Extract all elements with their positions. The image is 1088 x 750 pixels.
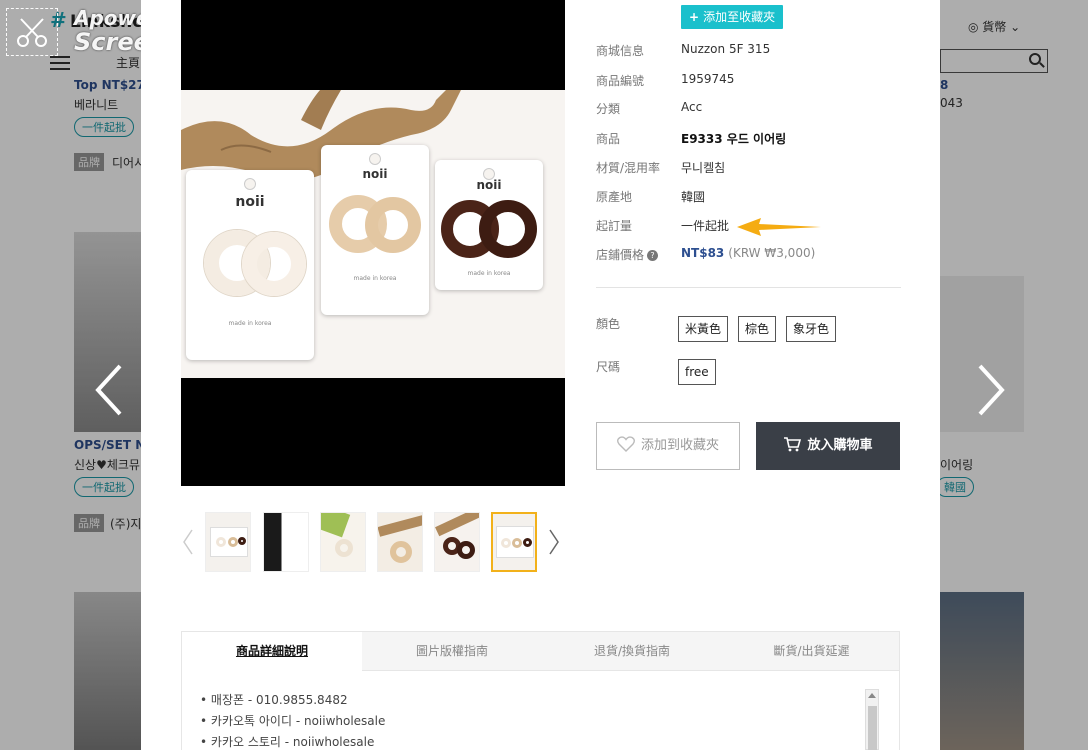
earring-card-beige: noii made in korea <box>321 145 429 315</box>
color-option-ivory[interactable]: 象牙色 <box>786 316 837 342</box>
info-row-price: 店鋪價格? NT$83 (KRW ₩3,000) <box>596 246 816 262</box>
thumb-next-arrow-icon[interactable] <box>547 528 561 556</box>
earring-card-ivory: noii made in korea <box>186 170 314 360</box>
add-to-wishlist-label: 添加到收藏夾 <box>640 438 719 453</box>
thumb-prev-arrow-icon[interactable] <box>181 528 195 556</box>
scroll-up-icon[interactable] <box>868 693 876 698</box>
help-icon[interactable]: ? <box>647 250 659 261</box>
color-label: 顏色 <box>596 317 621 331</box>
heart-icon <box>617 436 635 452</box>
main-product-image[interactable]: noii made in korea noii made in korea no… <box>181 0 565 486</box>
size-label: 尺碼 <box>596 360 621 374</box>
details-scrollbar[interactable] <box>865 689 879 750</box>
scrollbar-thumb[interactable] <box>868 706 877 750</box>
size-option-free[interactable]: free <box>678 359 716 385</box>
info-row-origin: 原產地 韓國 <box>596 190 706 204</box>
color-option-brown[interactable]: 棕色 <box>738 316 777 342</box>
detail-line-kakaotalk: 카카오톡 아이디 - noiiwholesale <box>200 712 385 733</box>
color-option-beige[interactable]: 米黃色 <box>678 316 729 342</box>
annotation-arrow-icon <box>737 218 821 236</box>
info-row-category: 分類 Acc <box>596 100 703 116</box>
tab-product-details[interactable]: 商品詳細說明 <box>182 632 362 672</box>
detail-line-kakaostory: 카카오 스토리 - noiiwholesale <box>200 733 385 750</box>
plus-icon: + <box>689 10 700 24</box>
detail-line-phone: 매장폰 - 010.9855.8482 <box>200 691 385 712</box>
tab-image-copyright[interactable]: 圖片版權指南 <box>362 632 542 672</box>
product-details-content: 매장폰 - 010.9855.8482 카카오톡 아이디 - noiiwhole… <box>181 671 900 750</box>
product-photo: noii made in korea noii made in korea no… <box>181 90 565 378</box>
add-to-cart-label: 放入購物車 <box>807 438 873 453</box>
product-modal: noii made in korea noii made in korea no… <box>141 0 940 750</box>
thumbnail[interactable] <box>263 512 309 572</box>
thumbnail-strip <box>181 510 565 576</box>
prev-product-arrow-icon[interactable] <box>94 362 124 418</box>
watermark-logo <box>6 8 58 56</box>
add-to-favorites-top-button[interactable]: + 添加至收藏夾 <box>681 5 784 29</box>
tab-return-exchange[interactable]: 退貨/換貨指南 <box>542 632 722 672</box>
next-product-arrow-icon[interactable] <box>976 362 1006 418</box>
thumbnail[interactable] <box>434 512 480 572</box>
info-row-product-no: 商品編號 1959745 <box>596 72 735 88</box>
tab-out-of-stock[interactable]: 斷貨/出貨延遲 <box>722 632 901 672</box>
info-row-product-name: 商品 E9333 우드 이어링 <box>596 132 787 146</box>
cart-icon <box>784 437 802 452</box>
price-krw: (KRW ₩3,000) <box>728 246 816 260</box>
divider <box>596 287 901 288</box>
info-row-mall: 商城信息 Nuzzon 5F 315 <box>596 42 771 58</box>
thumbnail[interactable] <box>205 512 251 572</box>
add-to-cart-button[interactable]: 放入購物車 <box>756 422 900 470</box>
add-to-favorites-label: 添加至收藏夾 <box>703 10 776 24</box>
thumbnail[interactable] <box>377 512 423 572</box>
thumbnail-active[interactable] <box>491 512 537 572</box>
detail-tabs: 商品詳細說明 圖片版權指南 退貨/換貨指南 斷貨/出貨延遲 <box>181 631 901 672</box>
earring-card-tortoise: noii made in korea <box>435 160 543 290</box>
scissors-icon <box>17 18 47 47</box>
add-to-wishlist-button[interactable]: 添加到收藏夾 <box>596 422 740 470</box>
info-row-material: 材質/混用率 무니켈침 <box>596 161 726 175</box>
price-value: NT$83 <box>681 246 725 260</box>
thumbnail[interactable] <box>320 512 366 572</box>
